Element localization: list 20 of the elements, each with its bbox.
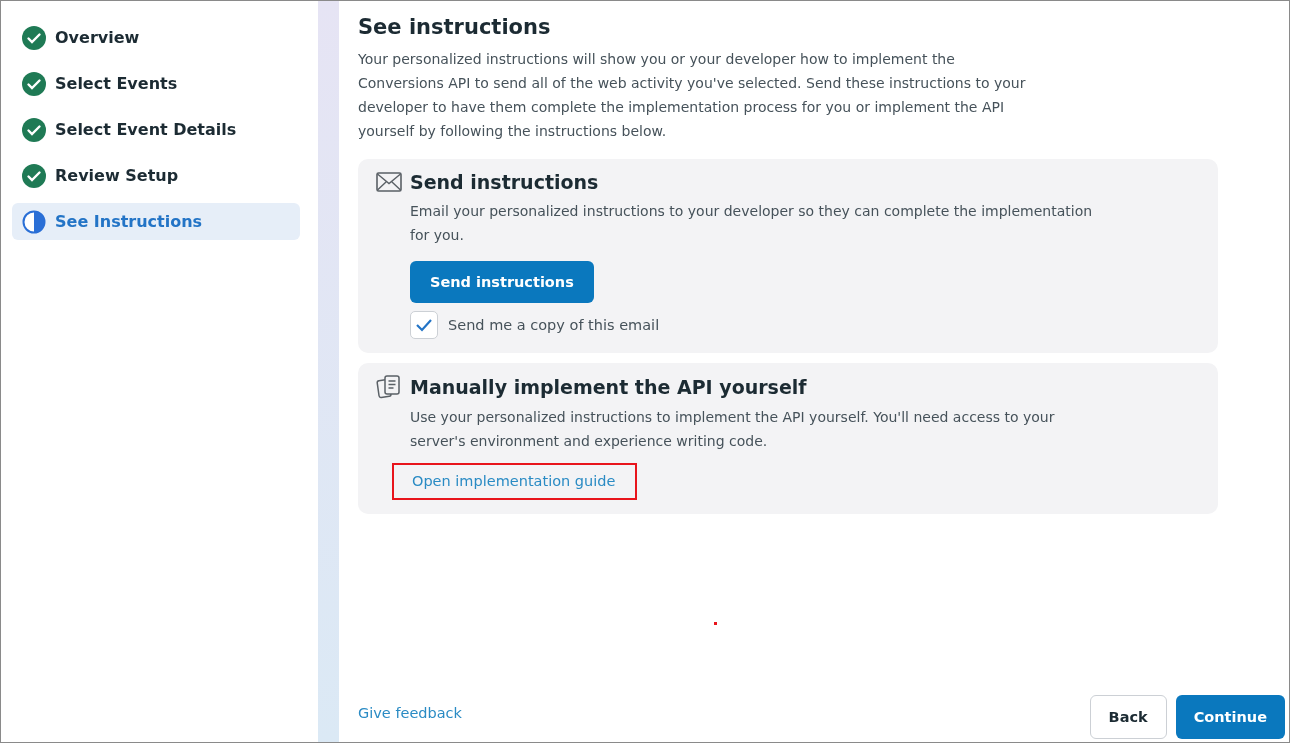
page-heading: See instructions	[358, 15, 552, 39]
intro-text: Your personalized instructions will show you or your developer how to implement the Conversions API to send all of the web activity you've selected. Send these instructions to your developer to have them complete the implementation process for you or implement the API yourself by following the instructions below.	[358, 50, 1027, 141]
step-item[interactable]: Select Events	[12, 65, 300, 102]
step-item[interactable]: Select Event Details	[12, 111, 300, 148]
send-instructions-button[interactable]: Send instructions	[410, 261, 594, 303]
back-button[interactable]: Back	[1089, 695, 1167, 739]
continue-button[interactable]: Continue	[1175, 695, 1285, 739]
step-item[interactable]: Review Setup	[12, 157, 300, 194]
card-text: Email your personalized instructions to your developer so they can complete the implementation for you.	[410, 202, 1094, 245]
checkbox-label: Send me a copy of this email	[448, 317, 660, 333]
feedback-link[interactable]: Give feedback	[358, 704, 462, 721]
envelope-icon	[376, 172, 402, 192]
step-item[interactable]: Overview	[12, 19, 300, 56]
check-icon	[415, 318, 433, 332]
card-text: Use your personalized instructions to implement the API yourself. You'll need access to your server's environment and experience writing code.	[410, 408, 1056, 451]
card-title: Manually implement the API yourself	[410, 376, 807, 398]
checkbox[interactable]	[410, 311, 438, 339]
card-title: Send instructions	[410, 171, 599, 193]
step-item[interactable]: See Instructions	[12, 203, 300, 240]
documents-icon	[376, 375, 402, 399]
